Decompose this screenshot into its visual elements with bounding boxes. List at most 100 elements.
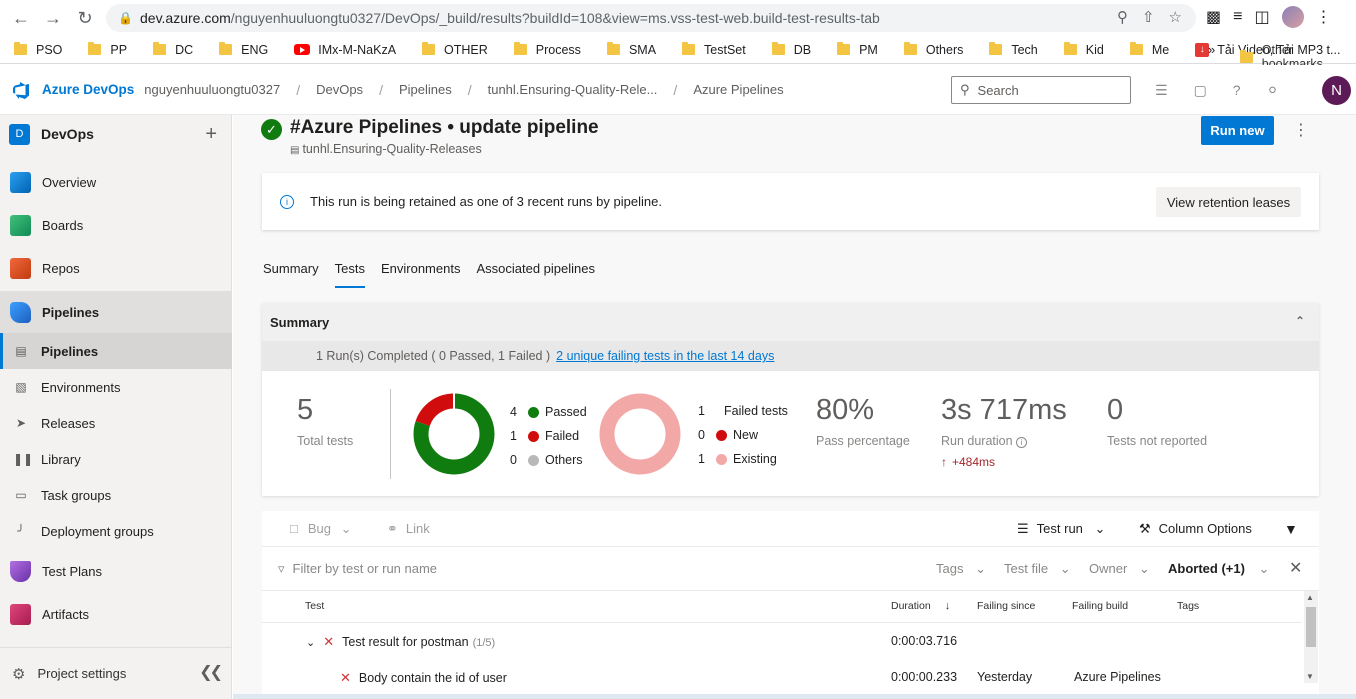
sidebar-item-test-plans[interactable]: Test Plans — [0, 551, 232, 591]
bookmark-item[interactable]: PSO — [14, 42, 62, 57]
address-bar[interactable]: 🔒 dev.azure.com/nguyenhuuluongtu0327/Dev… — [106, 4, 1196, 32]
scroll-up-icon[interactable]: ▲ — [1306, 593, 1314, 602]
tab-tests[interactable]: Tests — [334, 261, 365, 288]
total-tests-label: Total tests — [297, 434, 354, 448]
tags-filter[interactable]: Tags ⌄ — [936, 561, 986, 577]
bookmark-item[interactable]: PM — [837, 42, 878, 57]
owner-filter[interactable]: Owner ⌄ — [1089, 561, 1150, 577]
bookmark-item[interactable]: DB — [771, 42, 811, 57]
run-pipeline-name[interactable]: ▤ tunhl.Ensuring-Quality-Releases — [290, 142, 482, 156]
run-new-button[interactable]: Run new — [1201, 116, 1274, 145]
bookmark-item[interactable]: SMA — [606, 42, 656, 57]
sidebar-subitem-environments[interactable]: ▧ Environments — [0, 369, 232, 405]
zoom-icon[interactable]: ⚲ — [1117, 8, 1128, 26]
chevron-up-icon[interactable]: ⌃ — [1295, 314, 1305, 328]
filter-input[interactable]: ▿ Filter by test or run name — [278, 561, 437, 577]
clear-filters-icon[interactable]: ✕ — [1289, 558, 1302, 578]
legend-item: 1 Existing — [698, 452, 777, 466]
tab-environments[interactable]: Environments — [381, 261, 460, 288]
test-file-filter[interactable]: Test file ⌄ — [1004, 561, 1071, 577]
sidebar-item-artifacts[interactable]: Artifacts — [0, 594, 232, 634]
tab-associated-pipelines[interactable]: Associated pipelines — [476, 261, 595, 288]
summary-header[interactable]: Summary ⌃ — [262, 303, 1319, 341]
breadcrumb-pipeline[interactable]: tunhl.Ensuring-Quality-Rele... — [488, 82, 658, 97]
more-actions-icon[interactable]: ⋮ — [1293, 120, 1309, 140]
brand-label[interactable]: Azure DevOps — [42, 82, 134, 97]
bookmark-item[interactable]: PP — [88, 42, 127, 57]
scroll-down-icon[interactable]: ▼ — [1306, 672, 1314, 681]
sidebar-subitem-releases[interactable]: ➤ Releases — [0, 405, 232, 441]
sidebar-subitem-deployment-groups[interactable]: ╯ Deployment groups — [0, 513, 232, 549]
add-icon[interactable]: + — [205, 123, 217, 146]
failing-tests-link[interactable]: 2 unique failing tests in the last 14 da… — [556, 349, 774, 363]
forward-icon[interactable]: → — [40, 5, 66, 31]
sidebar-subitem-task-groups[interactable]: ▭ Task groups — [0, 477, 232, 513]
collapse-sidebar-icon[interactable]: ❮❮ — [199, 662, 223, 682]
back-icon[interactable]: ← — [8, 5, 34, 31]
task-groups-icon: ▭ — [15, 488, 27, 502]
sidebar-item-repos[interactable]: Repos — [0, 248, 232, 288]
table-row[interactable]: ⌄ ✕ Test result for postman (1/5) — [306, 634, 495, 650]
outcome-filter[interactable]: Aborted (+1) ⌄ — [1168, 561, 1269, 577]
sidebar-item-boards[interactable]: Boards — [0, 205, 232, 245]
marketplace-icon[interactable]: ▢ — [1194, 82, 1207, 99]
scroll-thumb[interactable] — [1306, 607, 1316, 647]
info-icon[interactable]: i — [1016, 437, 1028, 448]
table-row[interactable]: ✕ Body contain the id of user — [340, 670, 507, 686]
bookmark-item[interactable]: OTHER — [422, 42, 488, 57]
test-summary-card: Summary ⌃ 1 Run(s) Completed ( 0 Passed,… — [262, 303, 1319, 496]
bookmark-item[interactable]: ENG — [219, 42, 268, 57]
media-icon[interactable]: ≡ — [1233, 8, 1242, 26]
legend-dot-icon — [716, 429, 727, 441]
sidebar-subitem-library[interactable]: ❚❚ Library — [0, 441, 232, 477]
breadcrumb-project[interactable]: DevOps — [316, 82, 363, 97]
list-icon[interactable]: ☰ — [1155, 82, 1168, 99]
bookmark-item[interactable]: IMx-M-NaKzA — [294, 43, 396, 57]
sidebar-item-overview[interactable]: Overview — [0, 162, 232, 202]
bookmark-item[interactable]: Kid — [1063, 42, 1104, 57]
share-icon[interactable]: ⇧ — [1142, 8, 1155, 26]
bookmark-item[interactable]: DC — [153, 42, 193, 57]
star-icon[interactable]: ☆ — [1169, 8, 1182, 26]
column-header-tags[interactable]: Tags — [1177, 600, 1199, 612]
column-header-test[interactable]: Test — [305, 600, 324, 612]
bookmark-item[interactable]: Me — [1129, 42, 1169, 57]
breadcrumb-org[interactable]: nguyenhuuluongtu0327 — [144, 82, 280, 97]
column-header-duration[interactable]: Duration ↓ — [891, 600, 950, 612]
project-header[interactable]: D DevOps + — [0, 115, 231, 153]
project-settings[interactable]: ⚙ Project settings ❮❮ — [0, 647, 232, 699]
test-run-button[interactable]: ☰ Test run ⌄ — [1017, 521, 1105, 537]
help-icon[interactable]: ? — [1233, 82, 1241, 99]
breadcrumb-pipelines[interactable]: Pipelines — [399, 82, 452, 97]
row-failing-build[interactable]: Azure Pipelines — [1074, 670, 1161, 684]
bookmark-item[interactable]: Others — [903, 42, 963, 57]
sidebar-subitem-pipelines[interactable]: ▤ Pipelines — [0, 333, 232, 369]
failed-icon: ✕ — [340, 670, 351, 685]
filter-icon[interactable]: ▼ — [1284, 521, 1298, 537]
chrome-menu-icon[interactable]: ⋮ — [1316, 7, 1332, 27]
view-retention-leases-button[interactable]: View retention leases — [1156, 187, 1301, 217]
breadcrumb-run[interactable]: Azure Pipelines — [693, 82, 783, 97]
search-box[interactable]: ⚲ Search — [951, 76, 1131, 104]
user-avatar[interactable]: N — [1322, 76, 1351, 105]
sidepanel-icon[interactable]: ◫ — [1254, 7, 1269, 27]
sidebar-item-pipelines[interactable]: Pipelines — [0, 291, 232, 333]
reload-icon[interactable]: ↻ — [72, 5, 98, 31]
column-header-failing-since[interactable]: Failing since — [977, 600, 1035, 612]
tab-summary[interactable]: Summary — [263, 261, 319, 288]
column-header-failing-build[interactable]: Failing build — [1072, 600, 1128, 612]
user-settings-icon[interactable]: ⚪ — [1267, 82, 1279, 99]
bug-button[interactable]: □ Bug ⌄ — [290, 521, 352, 537]
row-duration: 0:00:00.233 — [891, 670, 958, 684]
chevron-down-icon[interactable]: ⌄ — [306, 637, 315, 649]
extensions-icon[interactable]: ▩ — [1206, 7, 1221, 27]
bookmark-item[interactable]: Tech — [989, 42, 1038, 57]
azure-devops-logo-icon[interactable] — [10, 80, 32, 100]
link-button[interactable]: ⚭ Link — [387, 521, 430, 537]
bookmarks-more-icon[interactable]: » — [1208, 42, 1215, 57]
chrome-profile-avatar[interactable] — [1281, 6, 1304, 28]
table-scrollbar[interactable]: ▲ ▼ — [1304, 591, 1318, 683]
bookmark-item[interactable]: TestSet — [682, 42, 746, 57]
column-options-button[interactable]: ⚒ Column Options — [1139, 521, 1252, 537]
bookmark-item[interactable]: Process — [513, 42, 581, 57]
